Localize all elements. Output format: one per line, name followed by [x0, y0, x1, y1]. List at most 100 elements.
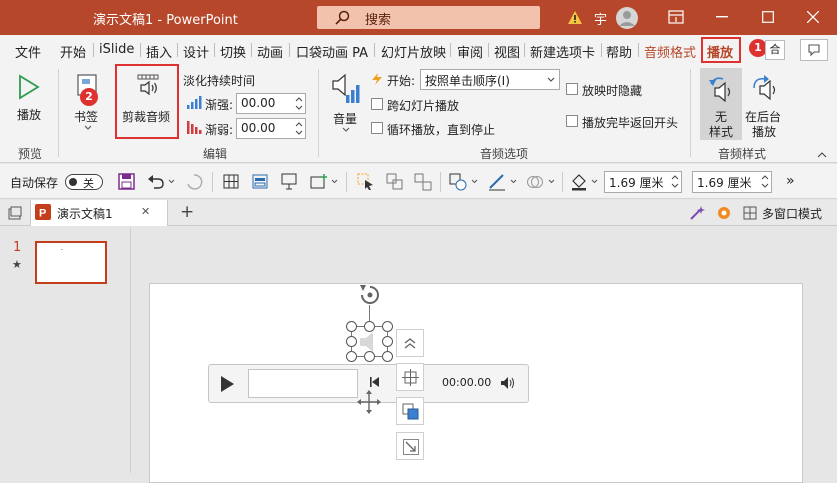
fade-out-spinner-icon[interactable] [294, 120, 304, 137]
resize-handle-bottom[interactable] [364, 351, 375, 362]
loop-checkbox[interactable] [371, 122, 383, 134]
tab-review[interactable]: 审阅 [457, 42, 483, 61]
select-object-icon[interactable] [357, 173, 375, 191]
tab-view[interactable]: 视图 [494, 42, 520, 61]
comments-icon[interactable] [800, 39, 828, 61]
resize-handle-bottom-right[interactable] [382, 351, 393, 362]
chevron-down-icon[interactable] [591, 179, 598, 184]
tab-slideshow[interactable]: 幻灯片放映 [381, 42, 446, 61]
chevron-down-icon[interactable] [168, 179, 175, 184]
across-slides-checkbox[interactable] [371, 98, 383, 110]
tab-design[interactable]: 设计 [183, 42, 209, 61]
tab-audio-format[interactable]: 音频格式 [644, 42, 696, 61]
player-play-icon[interactable] [219, 375, 235, 393]
settings-gear-icon[interactable] [716, 205, 732, 221]
document-tab[interactable]: P 演示文稿1 ✕ [30, 200, 168, 226]
fill-color-icon[interactable] [570, 173, 588, 191]
fade-in-spinner-icon[interactable] [294, 95, 304, 112]
start-dropdown[interactable]: 按照单击顺序(I) [420, 69, 560, 90]
autosave-toggle[interactable]: 关 [65, 174, 103, 190]
presentation-icon[interactable] [281, 173, 297, 190]
warning-icon[interactable] [567, 10, 583, 25]
slide-layout-icon[interactable] [252, 174, 268, 189]
rewind-checkbox[interactable] [566, 115, 578, 127]
move-handle-icon[interactable] [355, 389, 383, 415]
expand-arrow-icon [403, 439, 419, 455]
add-tab-icon[interactable]: + [180, 202, 194, 222]
resize-handle-left[interactable] [346, 336, 357, 347]
rewind-icon[interactable] [369, 375, 381, 389]
search-box[interactable]: 搜索 [317, 6, 540, 29]
play-in-background-button[interactable]: 在后台 播放 [744, 68, 786, 140]
tab-playback[interactable]: 播放 [707, 42, 733, 61]
trim-audio-button[interactable]: 剪裁音频 [117, 67, 177, 135]
toggle-knob [69, 178, 77, 186]
rotate-handle-icon[interactable] [357, 283, 383, 309]
tab-list-icon[interactable] [8, 206, 22, 220]
close-tab-icon[interactable]: ✕ [141, 205, 150, 218]
play-button[interactable]: 播放 [8, 68, 50, 128]
share-button[interactable]: 合 [765, 40, 785, 60]
tab-pocket-animation[interactable]: 口袋动画 PA [296, 42, 368, 61]
save-icon[interactable] [118, 173, 135, 190]
play-label: 播放 [17, 108, 42, 122]
resize-handle-bottom-left[interactable] [346, 351, 357, 362]
tab-insert[interactable]: 插入 [146, 42, 172, 61]
scroll-up-button[interactable] [396, 329, 424, 357]
group-icon[interactable] [386, 173, 404, 191]
fade-in-icon [187, 96, 202, 109]
play-icon [19, 74, 40, 100]
bookmark-button[interactable]: 2 书签 [68, 68, 106, 134]
fade-in-value: 00.00 [241, 96, 276, 110]
hide-during-show-checkbox[interactable] [566, 83, 578, 95]
resize-handle-top-right[interactable] [382, 321, 393, 332]
tab-new-tab[interactable]: 新建选项卡 [530, 42, 595, 61]
avatar-icon[interactable] [615, 6, 639, 30]
tab-home[interactable]: 开始 [60, 42, 86, 61]
merge-shapes-icon[interactable] [526, 173, 544, 191]
fade-out-label: 渐弱: [205, 123, 234, 137]
tab-transitions[interactable]: 切换 [220, 42, 246, 61]
player-volume-icon[interactable] [500, 376, 516, 390]
shapes-icon[interactable] [449, 173, 467, 191]
magic-wand-icon[interactable] [689, 205, 705, 221]
redo-icon[interactable] [185, 173, 203, 190]
tab-file[interactable]: 文件 [15, 42, 41, 61]
resize-handle-top-left[interactable] [346, 321, 357, 332]
height-spinner-icon[interactable] [760, 173, 770, 190]
width-spinner-icon[interactable] [670, 173, 680, 190]
tab-animations[interactable]: 动画 [257, 42, 283, 61]
arrange-button[interactable] [396, 397, 424, 425]
no-style-button[interactable]: 无 样式 [700, 68, 742, 140]
slide-thumbnail-panel: 1 ★ [0, 227, 131, 473]
chevron-down-icon [84, 125, 92, 130]
volume-label: 音量 [333, 112, 358, 126]
collapse-ribbon-icon[interactable] [817, 152, 827, 158]
slide-thumbnail[interactable] [35, 241, 107, 284]
resize-handle-top[interactable] [364, 321, 375, 332]
ribbon-display-options-icon[interactable] [668, 10, 684, 24]
chevron-down-icon[interactable] [548, 179, 555, 184]
chevron-down-icon[interactable] [510, 179, 517, 184]
maximize-icon[interactable] [762, 11, 774, 23]
line-style-icon[interactable] [488, 173, 506, 191]
undo-icon[interactable] [147, 173, 165, 189]
chevron-down-icon[interactable] [331, 179, 338, 184]
user-name[interactable]: 宇 [594, 9, 607, 28]
audio-progress-bar[interactable] [248, 369, 358, 398]
tab-help[interactable]: 帮助 [606, 42, 632, 61]
ungroup-icon[interactable] [414, 173, 432, 191]
expand-button[interactable] [396, 432, 424, 460]
tab-islide[interactable]: iSlide [99, 42, 134, 57]
multi-window-icon[interactable] [743, 206, 757, 220]
resize-handle-right[interactable] [382, 336, 393, 347]
volume-button[interactable]: 音量 [326, 70, 366, 136]
minimize-icon[interactable] [716, 16, 728, 18]
chevron-down-icon[interactable] [471, 179, 478, 184]
align-center-button[interactable] [396, 363, 424, 391]
insert-slide-icon[interactable] [310, 173, 328, 190]
multi-window-label[interactable]: 多窗口模式 [762, 205, 822, 222]
grid-view-icon[interactable] [223, 174, 239, 189]
more-commands-button[interactable]: » [786, 173, 795, 189]
close-icon[interactable] [807, 11, 819, 23]
